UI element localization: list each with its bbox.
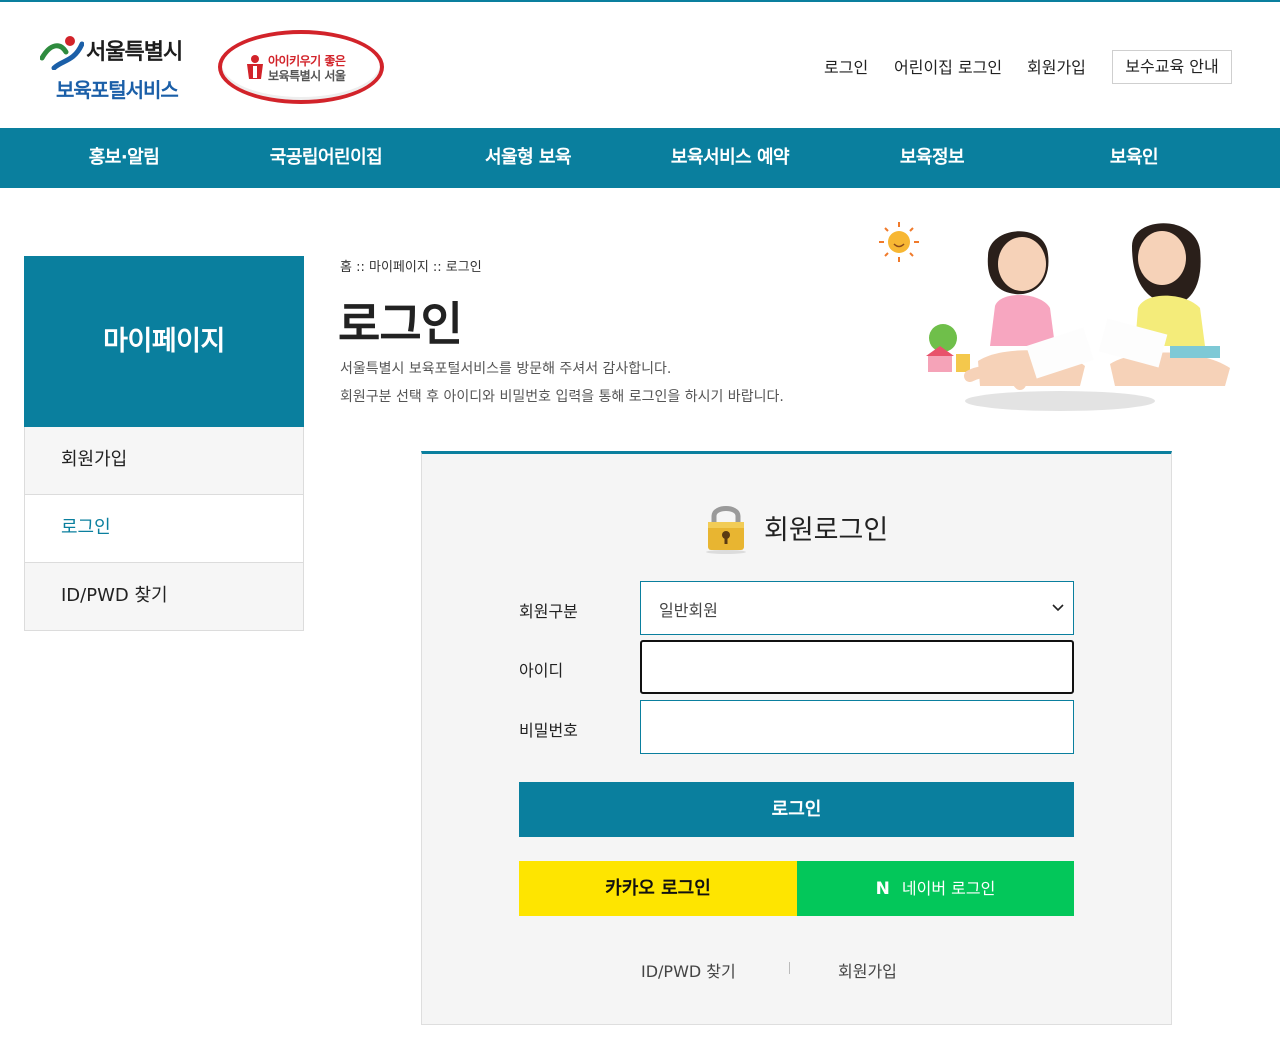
id-input[interactable] <box>640 640 1074 694</box>
gnb-item-public-daycare[interactable]: 국공립어린이집 <box>226 128 426 188</box>
children-reading-illustration <box>879 222 1230 411</box>
child-figure-icon <box>247 55 263 79</box>
sidebar-item-find-id-pwd[interactable]: ID/PWD 찾기 <box>24 563 304 631</box>
sidebar-title: 마이페이지 <box>24 256 304 427</box>
chevron-down-icon <box>1052 604 1064 612</box>
seoul-childcare-badge[interactable]: 아이키우기 좋은 보육특별시 서울 <box>218 30 384 104</box>
lock-icon <box>706 506 746 554</box>
house-tree-icon <box>926 324 970 372</box>
gnb-item-reservation[interactable]: 보육서비스 예약 <box>630 128 830 188</box>
util-login-link[interactable]: 로그인 <box>824 54 868 78</box>
page-description-2: 회원구분 선택 후 아이디와 비밀번호 입력을 통해 로그인을 하시기 바랍니다… <box>340 389 784 405</box>
page-title: 로그인 <box>338 297 463 351</box>
naver-login-button[interactable]: N 네이버 로그인 <box>797 861 1074 916</box>
logo-text-portal: 보육포털서비스 <box>56 78 179 102</box>
kakao-login-button[interactable]: 카카오 로그인 <box>519 861 797 916</box>
gnb-item-seoul-care[interactable]: 서울형 보육 <box>428 128 628 188</box>
training-info-button[interactable]: 보수교육 안내 <box>1112 50 1232 84</box>
girl-right-figure <box>1098 223 1230 386</box>
sun-icon <box>879 222 919 262</box>
password-label: 비밀번호 <box>519 721 578 740</box>
sidebar-item-login[interactable]: 로그인 <box>24 495 304 563</box>
gnb-item-care-info[interactable]: 보육정보 <box>832 128 1032 188</box>
seoul-portal-logo[interactable]: 서울특별시 보육포털서비스 <box>36 30 196 102</box>
site-header: 서울특별시 보육포털서비스 아이키우기 좋은 보육특별시 서울 로그인 어린이집… <box>0 2 1280 128</box>
signup-link[interactable]: 회원가입 <box>838 958 897 982</box>
util-signup-link[interactable]: 회원가입 <box>1027 54 1086 78</box>
id-label: 아이디 <box>519 661 564 680</box>
badge-text-2: 보육특별시 서울 <box>268 69 346 83</box>
password-input[interactable] <box>640 700 1074 754</box>
login-box-title: 회원로그인 <box>764 515 889 546</box>
main-navigation: 홍보·알림 국공립어린이집 서울형 보육 보육서비스 예약 보육정보 보육인 <box>0 128 1280 188</box>
sidebar-item-signup[interactable]: 회원가입 <box>24 427 304 495</box>
link-divider <box>789 962 790 974</box>
seoul-logo-icon <box>40 36 84 70</box>
member-type-select[interactable]: 일반회원 <box>640 581 1074 635</box>
util-daycare-login-link[interactable]: 어린이집 로그인 <box>894 54 1002 78</box>
gnb-item-caregivers[interactable]: 보육인 <box>1034 128 1234 188</box>
naver-login-label: 네이버 로그인 <box>901 879 996 898</box>
breadcrumb: 홈 :: 마이페이지 :: 로그인 <box>340 260 482 275</box>
member-type-label: 회원구분 <box>519 602 578 621</box>
logo-text-seoul: 서울특별시 <box>86 40 183 65</box>
page-description-1: 서울특별시 보육포털서비스를 방문해 주셔서 감사합니다. <box>340 361 672 377</box>
login-submit-button[interactable]: 로그인 <box>519 782 1074 837</box>
member-type-selected: 일반회원 <box>659 601 718 620</box>
naver-logo-icon: N <box>875 879 890 899</box>
gnb-item-promotion[interactable]: 홍보·알림 <box>24 128 224 188</box>
find-id-pwd-link[interactable]: ID/PWD 찾기 <box>641 958 736 982</box>
